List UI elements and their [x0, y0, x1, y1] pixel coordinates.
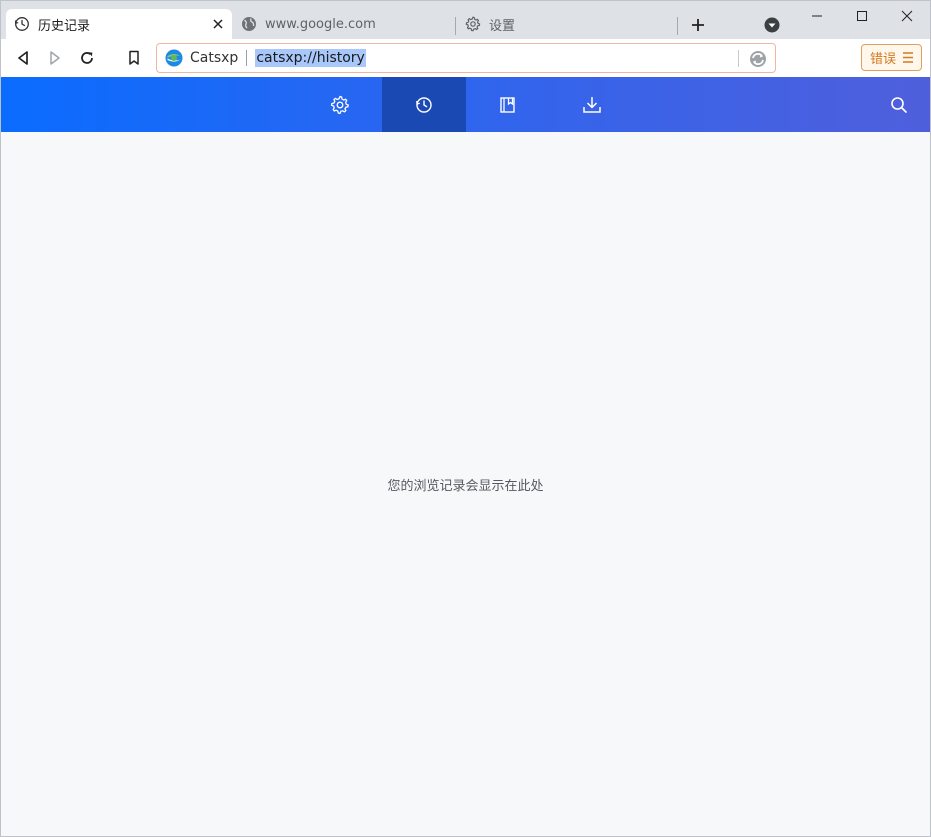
tab-title: www.google.com	[265, 16, 376, 32]
back-button[interactable]	[11, 47, 35, 69]
tab-title: 历史记录	[38, 18, 91, 34]
settings-icon	[330, 95, 349, 114]
tab-separator	[677, 17, 678, 35]
history-icon	[416, 96, 432, 113]
back-icon	[18, 51, 28, 65]
plus-icon	[692, 19, 704, 31]
history-content: 您的浏览记录会显示在此处	[1, 132, 930, 836]
minimize-icon	[812, 15, 822, 17]
forward-icon	[50, 51, 60, 65]
error-label: 错误	[870, 52, 897, 67]
catsxp-logo-icon	[165, 49, 183, 67]
nav-bookmarks[interactable]	[466, 77, 550, 132]
site-name: Catsxp	[190, 50, 239, 66]
new-tab-button[interactable]	[687, 14, 709, 36]
nav-settings[interactable]	[298, 77, 382, 132]
address-divider	[246, 50, 248, 66]
downloads-icon	[583, 96, 601, 113]
window-close-button[interactable]	[884, 1, 930, 31]
reload-button[interactable]	[75, 47, 99, 69]
maximize-icon	[857, 11, 867, 21]
empty-history-message: 您的浏览记录会显示在此处	[387, 479, 544, 494]
search-icon	[891, 97, 907, 113]
tab-google[interactable]: www.google.com	[233, 9, 455, 39]
address-divider	[738, 50, 739, 67]
close-icon	[901, 10, 913, 22]
history-nav-bar	[1, 77, 930, 132]
tab-separator	[455, 17, 456, 35]
tab-history[interactable]: 历史记录	[6, 9, 232, 39]
tab-strip: 历史记录 www.google.com 设置	[1, 1, 930, 39]
reload-icon	[81, 52, 93, 64]
chevron-down-circle-icon	[764, 17, 780, 33]
tab-settings[interactable]: 设置	[457, 9, 679, 39]
gear-icon	[465, 16, 481, 32]
refresh-engine-icon[interactable]	[748, 49, 768, 69]
error-button[interactable]: 错误	[861, 44, 922, 71]
url-text[interactable]: catsxp://history	[255, 49, 366, 67]
menu-icon	[903, 52, 913, 63]
bookmark-button[interactable]	[122, 47, 146, 69]
close-icon[interactable]	[210, 16, 226, 32]
toolbar: Catsxp catsxp://history 错误	[1, 39, 930, 77]
tab-title: 设置	[489, 18, 516, 34]
tab-search-button[interactable]	[762, 15, 782, 35]
maximize-button[interactable]	[839, 1, 885, 31]
bookmark-icon	[129, 50, 139, 65]
nav-history[interactable]	[382, 77, 466, 132]
browser-window: 历史记录 www.google.com 设置 Catsxp catsxp://h…	[0, 0, 931, 837]
bookmarks-icon	[500, 96, 515, 113]
address-bar[interactable]: Catsxp catsxp://history	[156, 43, 776, 73]
globe-icon	[241, 16, 257, 32]
minimize-button[interactable]	[794, 1, 840, 31]
nav-downloads[interactable]	[550, 77, 634, 132]
history-icon	[14, 16, 30, 32]
search-button[interactable]	[885, 91, 913, 119]
forward-button[interactable]	[43, 47, 67, 69]
